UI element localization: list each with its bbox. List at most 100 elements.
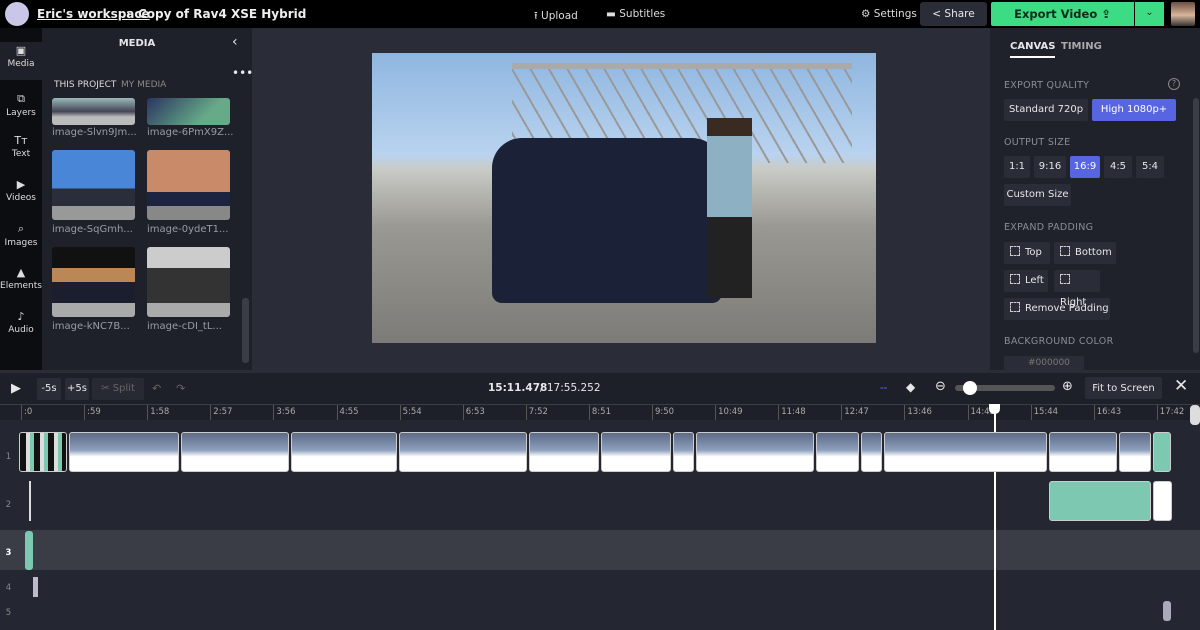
video-clip[interactable] (696, 432, 814, 472)
settings-button[interactable]: ⚙ Settings (861, 8, 917, 20)
sidebar-rail: ▣ Media ⧉ Layers Tт Text ▶ Videos ⌕ Images ▲ Elemen… (0, 28, 42, 370)
workspace-link[interactable]: Eric's workspace (37, 7, 150, 21)
sidebar-item-label: Media (7, 59, 35, 69)
video-clip[interactable] (69, 432, 179, 472)
video-clip[interactable] (816, 432, 859, 472)
sidebar-item-text[interactable]: Tт Text (0, 134, 42, 159)
quality-standard-button[interactable]: Standard 720p (1004, 99, 1088, 121)
zoom-out-icon[interactable]: ⊖ (935, 379, 946, 394)
ruler-tick: 16:43 (1093, 405, 1121, 421)
media-thumbnail[interactable] (147, 98, 230, 125)
undo-icon[interactable]: ↶ (152, 382, 161, 395)
upload-button[interactable]: ⭱ Upload (534, 8, 578, 26)
video-clip[interactable] (1049, 432, 1117, 472)
track-number: 5 (5, 608, 12, 618)
audio-clip[interactable] (1153, 481, 1172, 521)
timeline-scrollbar[interactable] (1190, 405, 1200, 425)
video-clip[interactable] (673, 432, 694, 472)
video-preview[interactable] (372, 53, 876, 343)
help-icon[interactable]: ? (1168, 78, 1180, 90)
media-thumbnail[interactable] (147, 150, 230, 220)
video-clip[interactable] (291, 432, 397, 472)
export-label: Export Video (1014, 7, 1098, 21)
video-clip[interactable] (529, 432, 599, 472)
video-clip[interactable] (601, 432, 671, 472)
snap-icon[interactable]: ╌ (880, 381, 887, 395)
zoom-slider-handle[interactable] (963, 381, 977, 395)
elements-icon: ▲ (16, 266, 26, 279)
size-5-4-button[interactable]: 5:4 (1136, 156, 1164, 178)
text-clip[interactable] (25, 531, 33, 570)
video-clip[interactable] (884, 432, 1047, 472)
sidebar-item-videos[interactable]: ▶ Videos (0, 178, 42, 203)
tab-this-project[interactable]: THIS PROJECT (54, 80, 116, 90)
subtitles-button[interactable]: ▬ Subtitles (606, 8, 665, 20)
media-thumbnail[interactable] (147, 247, 230, 317)
media-item-name[interactable]: image-SqGmh... (52, 224, 133, 235)
timeline-ruler[interactable]: :0:59 1:58 2:57 3:56 4:55 5:54 6:53 7:52 8:51 9:5… (0, 404, 1200, 421)
sidebar-item-media[interactable]: ▣ Media (0, 42, 42, 80)
video-clip[interactable] (399, 432, 527, 472)
plus-5s-button[interactable]: +5s (65, 378, 89, 400)
close-timeline-icon[interactable]: ✕ (1174, 376, 1188, 396)
collapse-panel-icon[interactable]: ‹ (232, 34, 238, 50)
redo-icon[interactable]: ↷ (176, 382, 185, 395)
ruler-tick: 12:47 (841, 405, 869, 421)
fit-to-screen-button[interactable]: Fit to Screen (1085, 377, 1162, 399)
padding-top-button[interactable]: Top (1004, 242, 1050, 264)
size-1-1-button[interactable]: 1:1 (1004, 156, 1030, 178)
marker-clip[interactable] (29, 481, 31, 521)
panel-scrollbar[interactable] (1193, 98, 1199, 353)
media-panel: MEDIA ‹ ••• THIS PROJECT MY MEDIA image-… (42, 28, 253, 370)
video-clip[interactable] (1153, 432, 1171, 472)
media-item-name[interactable]: image-0ydeT1... (147, 224, 229, 235)
project-title[interactable]: Copy of Rav4 XSE Hybrid (138, 7, 306, 21)
more-options-icon[interactable]: ••• (232, 66, 253, 80)
user-avatar[interactable] (1171, 2, 1195, 26)
media-item-name[interactable]: image-Slvn9Jm... (52, 127, 137, 138)
media-item-name[interactable]: image-kNC7B... (52, 321, 130, 332)
export-dropdown-button[interactable]: ⌄ (1135, 2, 1164, 26)
sidebar-item-elements[interactable]: ▲ Elements (0, 266, 42, 291)
zoom-in-icon[interactable]: ⊕ (1062, 379, 1073, 394)
video-clip[interactable] (181, 432, 289, 472)
custom-size-button[interactable]: Custom Size (1004, 184, 1071, 206)
element-clip[interactable] (33, 577, 38, 597)
split-button[interactable]: ✂ Split (92, 378, 144, 400)
size-4-5-button[interactable]: 4:5 (1104, 156, 1132, 178)
padding-right-button[interactable]: Right (1054, 270, 1100, 308)
subtitles-icon: ▬ (606, 8, 616, 20)
background-color-input[interactable]: #000000 (1004, 356, 1084, 370)
tab-my-media[interactable]: MY MEDIA (121, 80, 166, 90)
playhead-handle[interactable] (988, 404, 1000, 414)
size-16-9-button[interactable]: 16:9 (1070, 156, 1100, 178)
media-item-name[interactable]: image-cDI_tL... (147, 321, 222, 332)
video-clip[interactable] (19, 432, 67, 472)
minus-5s-button[interactable]: -5s (37, 378, 61, 400)
sidebar-item-audio[interactable]: ♪ Audio (0, 310, 42, 335)
sidebar-item-layers[interactable]: ⧉ Layers (0, 92, 42, 118)
sidebar-item-images[interactable]: ⌕ Images (0, 222, 42, 248)
workspace-logo[interactable] (5, 2, 29, 26)
media-scrollbar[interactable] (242, 298, 249, 363)
split-view-icon[interactable]: ◆ (906, 380, 915, 394)
audio-clip[interactable] (1049, 481, 1151, 521)
size-9-16-button[interactable]: 9:16 (1034, 156, 1066, 178)
tab-canvas[interactable]: CANVAS (1010, 41, 1056, 58)
export-video-button[interactable]: Export Video ⇪ (991, 2, 1134, 26)
remove-padding-button[interactable]: Remove Padding (1004, 298, 1110, 320)
media-item-name[interactable]: image-6PmX9Z... (147, 127, 234, 138)
tab-timing[interactable]: TIMING (1061, 41, 1102, 52)
media-thumbnail[interactable] (52, 98, 135, 125)
padding-left-button[interactable]: Left (1004, 270, 1048, 292)
quality-high-button[interactable]: High 1080p+ (1092, 99, 1176, 121)
video-clip[interactable] (861, 432, 882, 472)
video-clip[interactable] (1119, 432, 1151, 472)
share-button[interactable]: < Share (920, 2, 987, 26)
media-thumbnail[interactable] (52, 150, 135, 220)
play-icon[interactable]: ▶ (11, 381, 21, 396)
element-clip[interactable] (1163, 601, 1171, 621)
padding-bottom-button[interactable]: Bottom (1054, 242, 1116, 264)
sidebar-item-label: Elements (0, 281, 42, 291)
media-thumbnail[interactable] (52, 247, 135, 317)
